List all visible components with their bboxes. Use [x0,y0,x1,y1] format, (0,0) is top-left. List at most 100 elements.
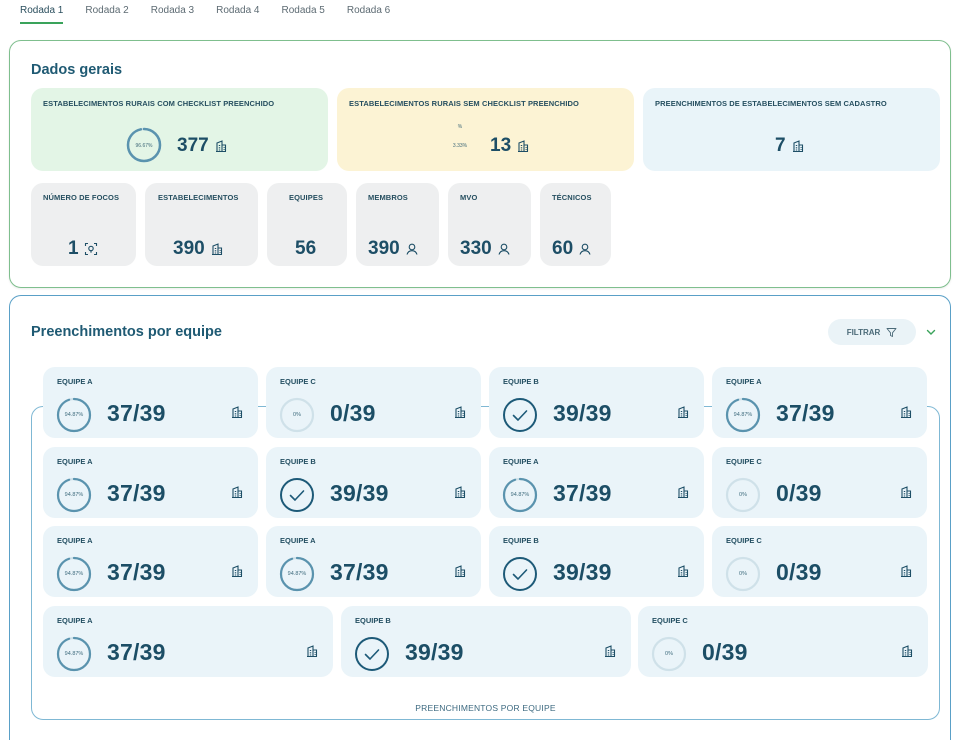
percent-mark: % [457,124,463,130]
progress-percent: 94.87% [64,412,84,418]
stat-label: NÚMERO DE FOCOS [43,193,120,202]
team-name: EQUIPE A [57,377,93,386]
tab-rodada-4[interactable]: Rodada 4 [216,4,259,24]
focus-icon [84,242,97,256]
tab-rodada-1[interactable]: Rodada 1 [20,4,64,24]
building-icon [605,645,616,658]
team-name: EQUIPE A [503,457,539,466]
tab-rodada-6[interactable]: Rodada 6 [347,4,390,24]
team-name: EQUIPE B [503,377,539,386]
team-fill-count: 37/39 [107,639,166,665]
building-icon [307,645,318,658]
building-icon [232,565,243,578]
stat-value: 330 [460,238,511,260]
team-fill-count: 37/39 [107,559,166,585]
filter-button[interactable]: FILTRAR [828,319,916,345]
team-card[interactable]: EQUIPE A 94.87% 37/39 [43,526,258,597]
team-card[interactable]: EQUIPE A 94.87% 37/39 [43,606,333,677]
building-icon [455,406,466,419]
filter-icon [886,327,897,337]
stat-value: 7 [775,135,805,157]
stat-label: ESTABELECIMENTOS [158,193,239,202]
stat-members: MEMBROS 390 [356,183,439,266]
team-card[interactable]: EQUIPE C 0% 0/39 [712,447,927,518]
stat-number: 60 [552,238,574,259]
stat-without-checklist: ESTABELECIMENTOS RURAIS SEM CHECKLIST PR… [337,88,634,171]
stat-label: MEMBROS [368,193,408,202]
team-card[interactable]: EQUIPE A 94.87% 37/39 [489,447,704,518]
check-circle-icon [503,398,537,432]
progress-percent: 94.87% [64,571,84,577]
team-fill-count: 0/39 [702,639,748,665]
team-card[interactable]: EQUIPE A 94.87% 37/39 [43,447,258,518]
stat-establishments: ESTABELECIMENTOS 390 [145,183,258,266]
stat-value: 377 [177,135,228,157]
stat-label: PREENCHIMENTOS DE ESTABELECIMENTOS SEM C… [655,99,887,108]
stat-number: 13 [490,135,512,156]
stat-teams: EQUIPES 56 [267,183,347,266]
check-circle-icon [280,478,314,512]
building-icon [518,140,529,153]
team-card[interactable]: EQUIPE B 39/39 [266,447,481,518]
team-card[interactable]: EQUIPE C 0% 0/39 [712,526,927,597]
general-data-title: Dados gerais [31,62,123,78]
team-card[interactable]: EQUIPE C 0% 0/39 [266,367,481,438]
stat-value: 1 [68,238,98,260]
building-icon [211,243,222,256]
filter-label: FILTRAR [846,327,881,337]
team-grid-caption: PREENCHIMENTOS POR EQUIPE [415,703,556,713]
stat-label: ESTABELECIMENTOS RURAIS COM CHECKLIST PR… [43,99,275,108]
stat-number: 390 [173,238,205,259]
team-card[interactable]: EQUIPE A 94.87% 37/39 [712,367,927,438]
building-icon [455,565,466,578]
stat-label: TÉCNICOS [552,193,592,202]
stat-number: 390 [368,238,400,259]
team-fill-count: 0/39 [330,400,376,426]
progress-percent: 94.87% [64,651,84,657]
building-icon [901,406,912,419]
team-name: EQUIPE C [726,457,762,466]
team-card[interactable]: EQUIPE B 39/39 [489,367,704,438]
team-fill-count: 39/39 [405,639,464,665]
progress-percent: 0% [293,412,301,418]
team-name: EQUIPE B [503,536,539,545]
building-icon [215,140,226,153]
team-fill-count: 37/39 [776,400,835,426]
check-circle-icon [355,637,389,671]
team-fillings-title: Preenchimentos por equipe [31,324,222,340]
building-icon [455,486,466,499]
team-card[interactable]: EQUIPE B 39/39 [489,526,704,597]
team-fill-count: 37/39 [107,480,166,506]
progress-percent: 94.87% [64,492,84,498]
team-card[interactable]: EQUIPE C 0% 0/39 [638,606,928,677]
tab-rodada-3[interactable]: Rodada 3 [151,4,194,24]
building-icon [902,645,913,658]
tab-rodada-5[interactable]: Rodada 5 [282,4,325,24]
stat-number: 330 [460,238,492,259]
team-name: EQUIPE A [726,377,762,386]
user-icon [406,243,418,255]
chevron-down-icon[interactable] [925,326,937,338]
team-card[interactable]: EQUIPE A 94.87% 37/39 [266,526,481,597]
team-name: EQUIPE B [280,457,316,466]
team-fill-count: 39/39 [553,400,612,426]
team-fill-count: 0/39 [776,480,822,506]
stat-number: 56 [295,238,317,259]
building-icon [901,486,912,499]
team-name: EQUIPE A [57,616,93,625]
stat-value: 390 [368,238,419,260]
team-name: EQUIPE B [355,616,391,625]
building-icon [792,140,803,153]
team-card[interactable]: EQUIPE B 39/39 [341,606,631,677]
stat-number: 377 [177,135,209,156]
tab-rodada-2[interactable]: Rodada 2 [85,4,128,24]
team-name: EQUIPE C [280,377,316,386]
building-icon [678,486,689,499]
team-card[interactable]: EQUIPE A 94.87% 37/39 [43,367,258,438]
team-fill-count: 37/39 [330,559,389,585]
building-icon [901,565,912,578]
stat-number: 1 [68,238,79,259]
progress-percent: 94.87% [510,492,530,498]
round-tabs: Rodada 1 Rodada 2 Rodada 3 Rodada 4 Roda… [20,4,390,24]
stat-label: MVO [460,193,478,202]
